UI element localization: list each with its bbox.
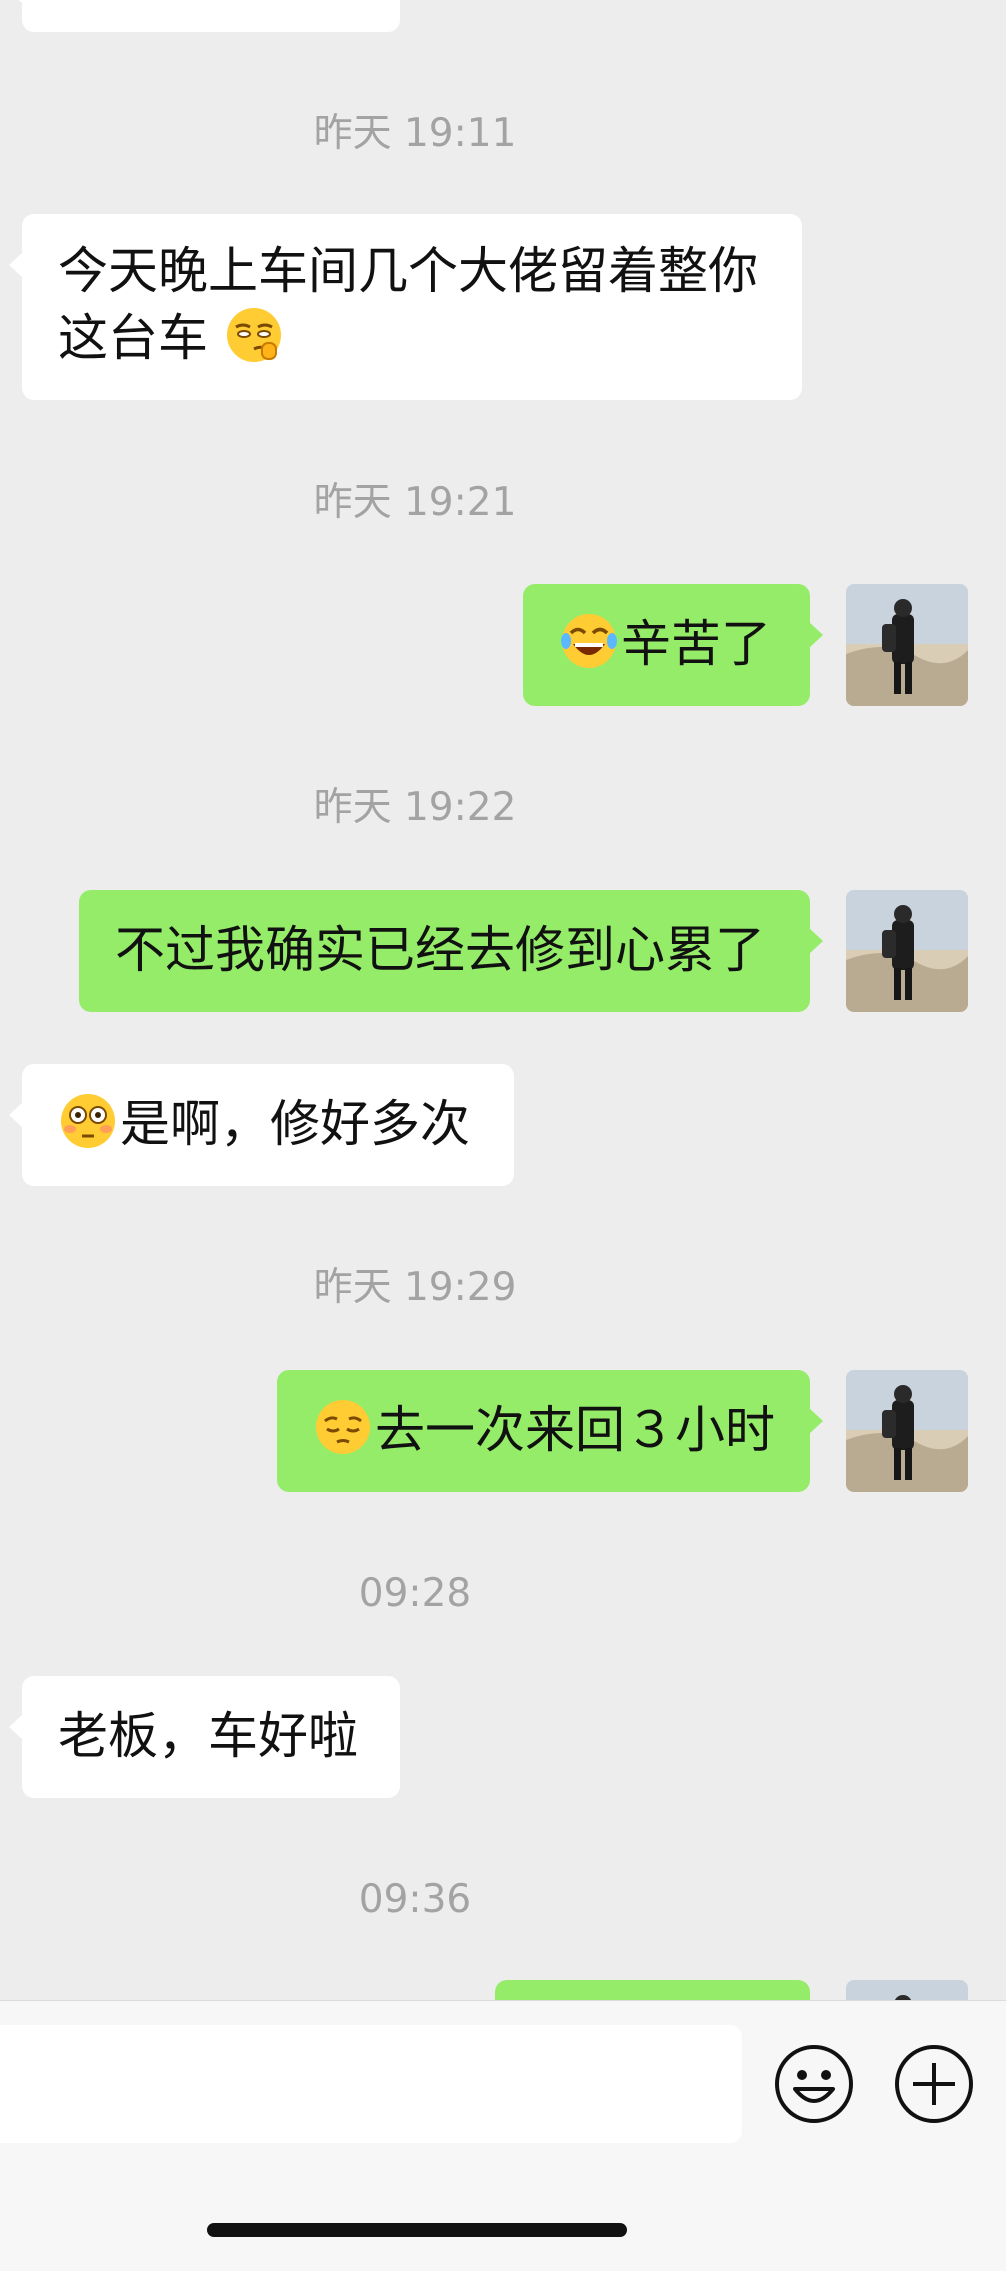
chat-area[interactable]: 昨天 19:11 今天晚上车间几个大佬留着整你 这台车 昨天 19:21 辛苦了… <box>0 0 1006 2000</box>
avatar[interactable] <box>846 584 968 706</box>
message-bubble-incoming[interactable]: 今天晚上车间几个大佬留着整你 这台车 <box>9 214 802 400</box>
message-text-line: 这台车 <box>58 309 208 367</box>
avatar-photo <box>846 1980 968 2000</box>
message-bubble-incoming[interactable]: 是啊，修好多次 <box>9 1064 514 1186</box>
home-indicator <box>207 2223 627 2237</box>
message-text: 辛苦了 <box>621 615 771 673</box>
avatar[interactable] <box>846 890 968 1012</box>
tears-of-joy-emoji <box>561 614 617 668</box>
timestamp: 09:28 <box>358 1571 472 1616</box>
timestamp: 昨天 19:22 <box>313 785 517 830</box>
message-bubble-outgoing[interactable]: 辛苦了 <box>523 584 823 706</box>
avatar-photo <box>846 1370 968 1492</box>
emoji-icon[interactable] <box>773 2043 855 2125</box>
message-input[interactable] <box>0 2025 742 2143</box>
plus-icon[interactable] <box>893 2043 975 2125</box>
message-bubble-incoming-partial[interactable] <box>9 0 400 32</box>
message-text: 不过我确实已经去修到心累了 <box>115 921 765 979</box>
message-bubble-outgoing[interactable]: 去一次来回３小时 <box>277 1370 823 1492</box>
avatar[interactable] <box>846 1370 968 1492</box>
timestamp: 昨天 19:11 <box>313 111 517 156</box>
message-bubble-outgoing-partial[interactable] <box>495 1980 810 2000</box>
message-text: 是啊，修好多次 <box>120 1095 470 1153</box>
timestamp: 昨天 19:29 <box>313 1265 517 1310</box>
avatar-photo <box>846 584 968 706</box>
timestamp: 09:36 <box>358 1877 472 1922</box>
message-bubble-incoming[interactable]: 老板，车好啦 <box>9 1676 400 1798</box>
avatar-photo <box>846 890 968 1012</box>
message-text: 去一次来回３小时 <box>375 1401 775 1459</box>
avatar[interactable] <box>846 1980 968 2000</box>
pensive-emoji <box>316 1400 370 1454</box>
message-text-line: 今天晚上车间几个大佬留着整你 <box>58 242 758 300</box>
input-bar <box>0 2000 1006 2271</box>
smirk-hush-emoji <box>226 308 281 362</box>
message-text: 老板，车好啦 <box>58 1707 358 1765</box>
timestamp: 昨天 19:21 <box>313 480 517 525</box>
flushed-emoji <box>61 1094 115 1148</box>
message-bubble-outgoing[interactable]: 不过我确实已经去修到心累了 <box>79 890 823 1012</box>
